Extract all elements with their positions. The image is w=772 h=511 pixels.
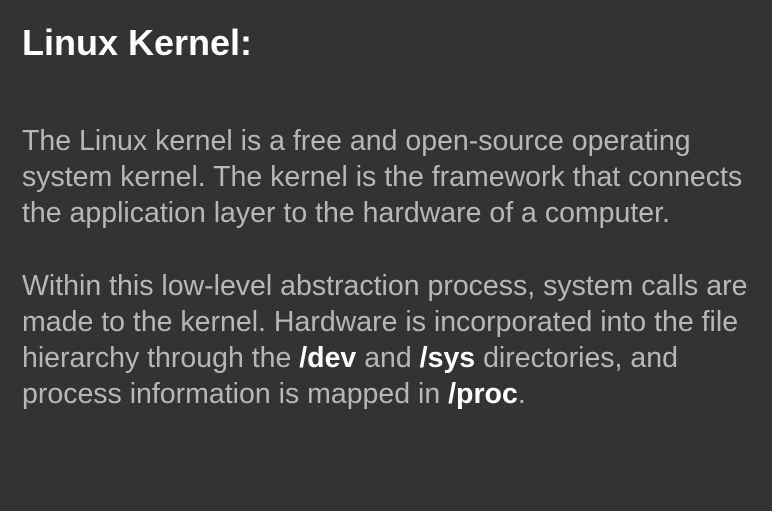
paragraph-kernel-definition: The Linux kernel is a free and open-sour… bbox=[22, 125, 743, 230]
dev-path: /dev bbox=[299, 342, 357, 375]
proc-path: /proc bbox=[448, 378, 518, 411]
slide-title: Linux Kernel: bbox=[22, 22, 253, 63]
paragraph-system-calls: Within this low-level abstraction proces… bbox=[22, 268, 770, 413]
sys-path: /sys bbox=[419, 342, 476, 375]
slide: Linux Kernel: The Linux kernel is a free… bbox=[0, 0, 772, 511]
slide-body: The Linux kernel is a free and open-sour… bbox=[22, 123, 770, 412]
paragraph-text: and bbox=[356, 342, 420, 375]
paragraph-text: . bbox=[517, 378, 526, 411]
